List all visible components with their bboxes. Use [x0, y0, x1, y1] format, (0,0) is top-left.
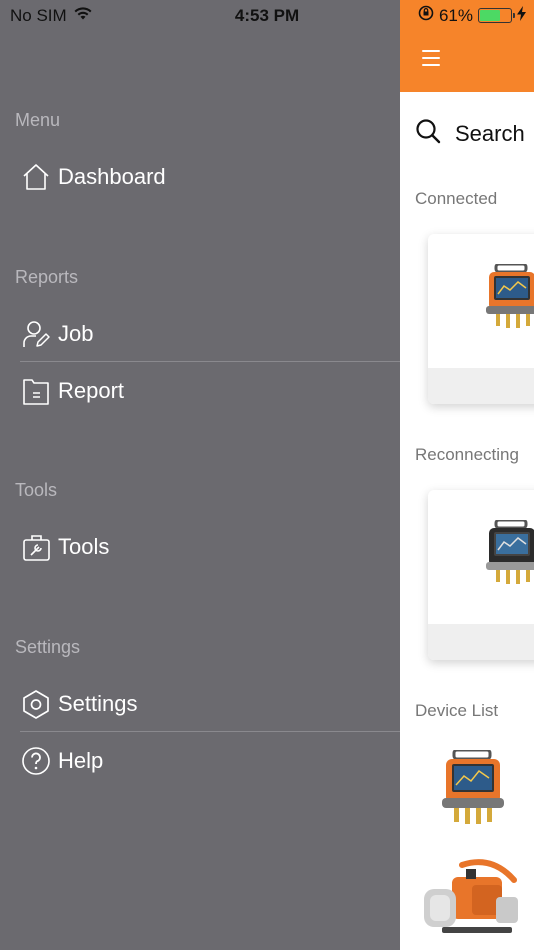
menu-item-tools[interactable]: Tools — [20, 527, 400, 567]
menu-item-dashboard[interactable]: Dashboard — [20, 157, 400, 197]
reconnecting-label: Reconnecting — [415, 445, 519, 464]
card-footer — [428, 368, 534, 404]
menu-divider — [20, 731, 400, 732]
home-icon — [20, 161, 52, 193]
search-bar[interactable]: Search — [415, 118, 525, 150]
help-icon — [20, 745, 52, 777]
menu-item-label: Help — [58, 748, 104, 773]
search-label: Search — [455, 121, 525, 146]
menu-item-label: Report — [58, 378, 125, 403]
side-menu: Menu Dashboard Reports Job Report Tools … — [0, 0, 400, 950]
main-panel: Search Connected Reconnecting Device Lis… — [400, 0, 534, 950]
card-footer — [428, 624, 534, 660]
section-title-reports: Reports — [15, 267, 79, 287]
connected-device-card[interactable] — [428, 234, 534, 404]
device-list-label: Device List — [415, 701, 499, 720]
wifi-icon — [73, 6, 93, 26]
document-icon — [20, 375, 52, 407]
hexagon-settings-icon — [20, 688, 52, 720]
device-list-item-vacuum-pump[interactable] — [422, 855, 522, 945]
orientation-lock-icon — [418, 5, 434, 26]
search-icon — [415, 118, 441, 150]
menu-item-label: Dashboard — [58, 164, 166, 189]
status-bar: No SIM 4:53 PM 61% — [0, 0, 534, 30]
reconnecting-device-card[interactable] — [428, 490, 534, 660]
user-edit-icon — [20, 318, 52, 350]
hamburger-icon[interactable] — [422, 50, 440, 70]
menu-item-report[interactable]: Report — [20, 371, 400, 411]
battery-percent: 61% — [438, 5, 473, 25]
section-title-tools: Tools — [15, 480, 58, 500]
toolbox-icon — [20, 531, 52, 563]
battery-icon — [478, 8, 515, 23]
section-title-menu: Menu — [15, 110, 61, 130]
menu-item-settings[interactable]: Settings — [20, 684, 400, 724]
connected-label: Connected — [415, 189, 498, 208]
section-title-settings: Settings — [15, 637, 81, 657]
menu-divider — [20, 361, 400, 362]
battery-fill — [480, 10, 500, 21]
status-left: No SIM — [10, 6, 93, 26]
manifold-gauge-image — [486, 262, 534, 337]
device-list-item-manifold[interactable] — [442, 748, 504, 833]
charging-icon — [517, 5, 526, 26]
menu-item-label: Tools — [58, 534, 110, 559]
menu-item-label: Settings — [58, 691, 138, 716]
status-right: 61% — [418, 5, 526, 26]
menu-item-label: Job — [58, 321, 94, 346]
menu-item-job[interactable]: Job — [20, 314, 400, 354]
menu-item-help[interactable]: Help — [20, 741, 400, 781]
carrier-label: No SIM — [10, 6, 67, 25]
manifold-gauge-image — [486, 518, 534, 593]
